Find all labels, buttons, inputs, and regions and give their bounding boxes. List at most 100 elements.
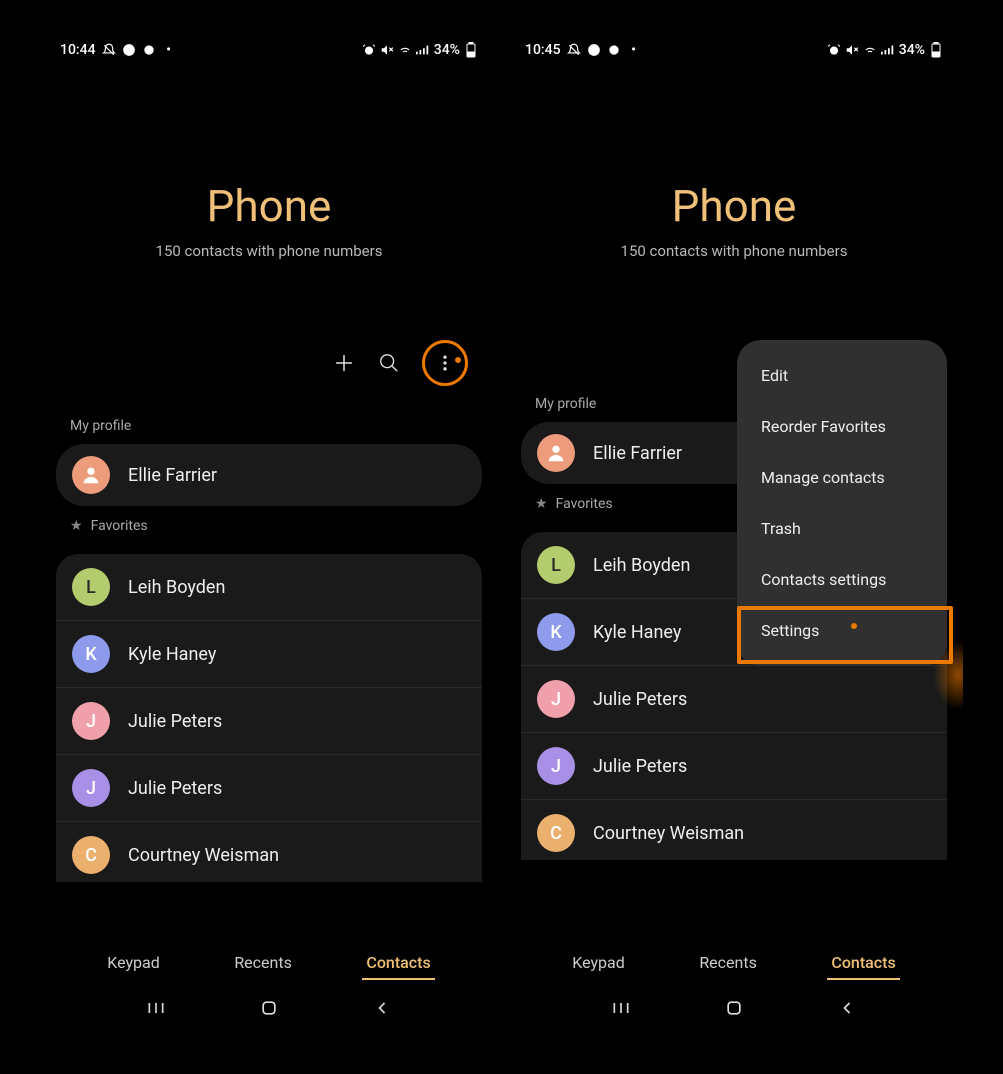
system-nav-bar — [40, 986, 498, 1030]
add-button[interactable] — [332, 351, 356, 375]
contact-row[interactable]: J Julie Peters — [521, 666, 947, 733]
contact-avatar: J — [537, 747, 575, 785]
contact-row[interactable]: K Kyle Haney — [56, 621, 482, 688]
wifi-icon — [398, 43, 412, 57]
contact-name: Kyle Haney — [128, 644, 216, 665]
dnd-icon — [102, 43, 116, 57]
status-bar: 10:44 • 34% — [40, 30, 498, 70]
favorites-label: ★ Favorites — [40, 506, 498, 544]
contact-name: Julie Peters — [593, 756, 687, 777]
battery-icon — [464, 43, 478, 57]
bottom-nav: Keypad Recents Contacts — [40, 945, 498, 980]
system-nav-bar — [505, 986, 963, 1030]
dot-icon: • — [162, 43, 176, 57]
contact-name: Courtney Weisman — [128, 845, 279, 866]
battery-icon — [929, 43, 943, 57]
status-bar: 10:45 • 34% — [505, 30, 963, 70]
contact-row[interactable]: J Julie Peters — [56, 688, 482, 755]
action-row — [40, 290, 498, 406]
profile-card[interactable]: Ellie Farrier — [56, 444, 482, 506]
contact-name: Kyle Haney — [593, 622, 681, 643]
star-icon: ★ — [535, 496, 548, 512]
star-icon: ★ — [70, 518, 83, 534]
bottom-nav: Keypad Recents Contacts — [505, 945, 963, 980]
contact-avatar: J — [537, 680, 575, 718]
contact-row[interactable]: J Julie Peters — [56, 755, 482, 822]
contact-avatar: C — [72, 836, 110, 874]
contact-row[interactable]: J Julie Peters — [521, 733, 947, 800]
signal-icon — [416, 43, 430, 57]
profile-avatar-icon — [537, 434, 575, 472]
status-time: 10:45 — [525, 42, 561, 58]
favorites-label-text: Favorites — [91, 518, 148, 534]
whatsapp-icon — [122, 43, 136, 57]
contact-name: Julie Peters — [128, 711, 222, 732]
app-title: Phone — [505, 180, 963, 232]
menu-item-trash[interactable]: Trash — [737, 503, 947, 554]
back-nav-button[interactable] — [837, 998, 857, 1018]
profile-name: Ellie Farrier — [593, 443, 682, 464]
alarm-icon — [827, 43, 841, 57]
my-profile-label: My profile — [40, 406, 498, 444]
contact-name: Courtney Weisman — [593, 823, 744, 844]
home-nav-button[interactable] — [724, 998, 744, 1018]
recents-nav-button[interactable] — [146, 998, 166, 1018]
menu-item-edit[interactable]: Edit — [737, 350, 947, 401]
notification-dot-icon — [455, 357, 461, 363]
contact-name: Julie Peters — [593, 689, 687, 710]
mute-icon — [380, 43, 394, 57]
home-nav-button[interactable] — [259, 998, 279, 1018]
whatsapp-icon — [587, 43, 601, 57]
contact-name: Leih Boyden — [128, 577, 225, 598]
status-time: 10:44 — [60, 42, 96, 58]
tab-recents[interactable]: Recents — [695, 945, 761, 980]
app-subtitle: 150 contacts with phone numbers — [505, 242, 963, 260]
wifi-icon — [863, 43, 877, 57]
more-menu-button[interactable] — [435, 353, 455, 373]
tab-contacts[interactable]: Contacts — [362, 945, 434, 980]
menu-item-contacts-settings[interactable]: Contacts settings — [737, 554, 947, 605]
contact-row[interactable]: L Leih Boyden — [56, 554, 482, 621]
profile-avatar-icon — [72, 456, 110, 494]
contact-avatar: J — [72, 769, 110, 807]
app-title: Phone — [40, 180, 498, 232]
menu-highlight-circle — [422, 340, 468, 386]
battery-percent: 34% — [434, 42, 460, 58]
tab-keypad[interactable]: Keypad — [568, 945, 629, 980]
phone-screen-left: 10:44 • 34% Phone 150 contacts with phon… — [40, 30, 498, 1030]
contact-avatar: J — [72, 702, 110, 740]
status-right: 34% — [827, 42, 943, 58]
dnd-icon — [567, 43, 581, 57]
status-left: 10:45 • — [525, 42, 641, 58]
contact-avatar: L — [537, 546, 575, 584]
mute-icon — [845, 43, 859, 57]
recents-nav-button[interactable] — [611, 998, 631, 1018]
contact-name: Leih Boyden — [593, 555, 690, 576]
contact-row[interactable]: C Courtney Weisman — [56, 822, 482, 882]
tab-recents[interactable]: Recents — [230, 945, 296, 980]
contact-avatar: L — [72, 568, 110, 606]
contact-avatar: K — [537, 613, 575, 651]
battery-percent: 34% — [899, 42, 925, 58]
contact-avatar: C — [537, 814, 575, 852]
tab-contacts[interactable]: Contacts — [827, 945, 899, 980]
settings-highlight-box — [737, 606, 953, 664]
tab-keypad[interactable]: Keypad — [103, 945, 164, 980]
profile-name: Ellie Farrier — [128, 465, 217, 486]
alarm-icon — [362, 43, 376, 57]
back-nav-button[interactable] — [372, 998, 392, 1018]
header: Phone 150 contacts with phone numbers — [40, 70, 498, 290]
menu-item-reorder-favorites[interactable]: Reorder Favorites — [737, 401, 947, 452]
chat-icon — [607, 43, 621, 57]
menu-item-manage-contacts[interactable]: Manage contacts — [737, 452, 947, 503]
favorites-label-text: Favorites — [556, 496, 613, 512]
search-button[interactable] — [378, 352, 400, 374]
phone-screen-right: 10:45 • 34% Phone 150 contacts with phon… — [505, 30, 963, 1030]
status-right: 34% — [362, 42, 478, 58]
favorites-list: L Leih Boyden K Kyle Haney J Julie Peter… — [56, 554, 482, 882]
overflow-menu: Edit Reorder Favorites Manage contacts T… — [737, 340, 947, 666]
app-subtitle: 150 contacts with phone numbers — [40, 242, 498, 260]
contact-name: Julie Peters — [128, 778, 222, 799]
signal-icon — [881, 43, 895, 57]
contact-row[interactable]: C Courtney Weisman — [521, 800, 947, 860]
